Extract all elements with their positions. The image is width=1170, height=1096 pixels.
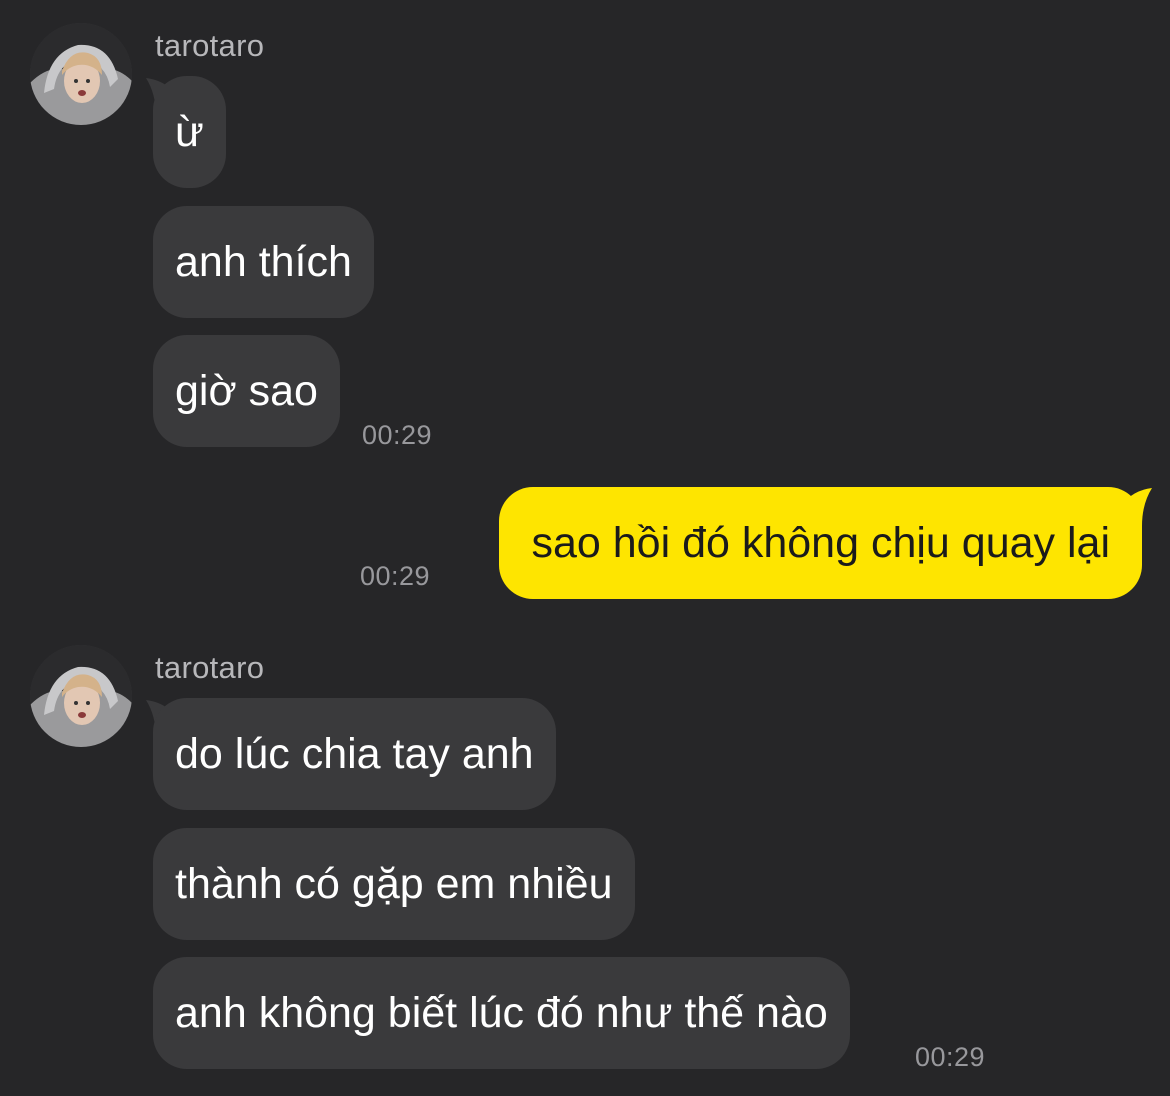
profile-photo-icon	[30, 23, 132, 125]
message-timestamp: 00:29	[915, 1042, 986, 1072]
message-bubble[interactable]: thành có gặp em nhiều	[153, 828, 635, 940]
message-bubble[interactable]: anh thích	[153, 206, 374, 318]
sender-name: tarotaro	[155, 28, 265, 63]
message-timestamp: 00:29	[362, 420, 433, 450]
message-bubble[interactable]: do lúc chia tay anh	[153, 698, 556, 810]
message-bubble[interactable]: sao hồi đó không chịu quay lại	[499, 487, 1142, 599]
message-bubble[interactable]: ừ	[153, 76, 226, 188]
message-bubble[interactable]: anh không biết lúc đó như thế nào	[153, 957, 850, 1069]
profile-photo-icon	[30, 645, 132, 747]
avatar[interactable]	[30, 645, 132, 747]
sender-name: tarotaro	[155, 650, 265, 685]
message-timestamp: 00:29	[360, 561, 431, 591]
avatar[interactable]	[30, 23, 132, 125]
message-bubble[interactable]: giờ sao	[153, 335, 340, 447]
